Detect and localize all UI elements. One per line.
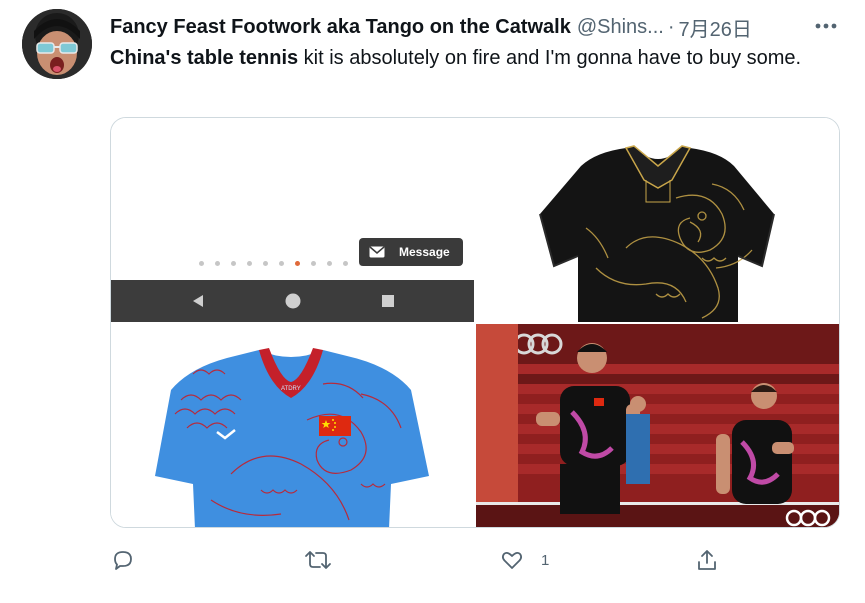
separator: · [667,15,675,38]
user-handle[interactable]: @Shins... [577,16,664,39]
carousel-dot [327,261,332,266]
like-button[interactable]: 1 [499,544,549,576]
share-button[interactable] [694,544,736,576]
carousel-dot [231,261,236,266]
share-icon [698,550,716,570]
carousel-dot [279,261,284,266]
display-name[interactable]: Fancy Feast Footwork aka Tango on the Ca… [110,16,571,39]
home-icon [285,293,301,309]
carousel-dot-active [295,261,300,266]
carousel-dots [199,261,364,266]
black-jersey-image [476,118,839,322]
more-icon [815,23,837,29]
recents-icon [381,295,394,307]
tweet-text-bold: China's table tennis [110,47,299,69]
carousel-dot [343,261,348,266]
heart-icon [501,551,523,569]
message-button: Message [359,238,463,266]
tweet-actions: 1 [110,544,840,576]
reply-button[interactable] [110,544,152,576]
carousel-dot [215,261,220,266]
retweet-button[interactable] [304,544,348,576]
carousel-dot [263,261,268,266]
carousel-dot [247,261,252,266]
tweet-text: China's table tennis kit is absolutely o… [110,44,810,73]
avatar-image [22,9,92,79]
timestamp[interactable]: 7月26日 [679,13,752,42]
android-nav-bar [111,280,474,322]
back-icon [193,295,204,307]
retweet-icon [305,551,331,569]
media-phone-screenshot[interactable]: Message [111,118,474,322]
media-black-jersey[interactable] [476,118,839,322]
players-photo-image [476,324,839,527]
carousel-dot [311,261,316,266]
media-blue-jersey[interactable]: ATDRY [111,324,474,527]
blue-jersey-image: ATDRY [111,324,474,527]
tweet-header: Fancy Feast Footwork aka Tango on the Ca… [110,12,752,42]
media-players-photo[interactable] [476,324,839,527]
envelope-icon [369,246,385,258]
more-options-button[interactable] [810,12,842,40]
collar-brand-text: ATDRY [281,386,301,392]
like-count: 1 [541,551,550,569]
tweet-text-rest: kit is absolutely on fire and I'm gonna … [298,47,802,69]
reply-icon [114,551,132,570]
carousel-dot [199,261,204,266]
avatar[interactable] [22,9,92,79]
message-button-label: Message [399,245,450,259]
media-grid: Message ATDRY [110,117,840,528]
tweet[interactable]: Fancy Feast Footwork aka Tango on the Ca… [0,0,865,603]
